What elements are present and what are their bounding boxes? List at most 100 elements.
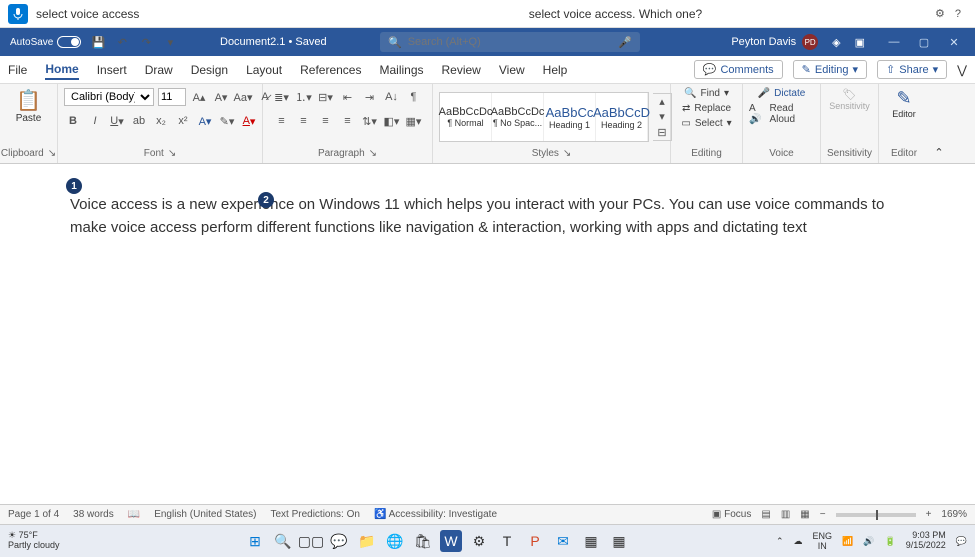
- paste-icon[interactable]: 📋: [16, 88, 41, 113]
- shading-icon[interactable]: ◧▾: [383, 112, 401, 130]
- tab-references[interactable]: References: [300, 61, 361, 79]
- dialog-launcher-icon[interactable]: ↘: [563, 148, 571, 159]
- qat-more-icon[interactable]: ▾: [161, 33, 179, 51]
- maximize-button[interactable]: ▢: [909, 28, 939, 56]
- align-right-icon[interactable]: ≡: [317, 112, 335, 130]
- font-name-select[interactable]: Calibri (Body): [64, 88, 154, 106]
- battery-icon[interactable]: 🔋: [885, 536, 896, 547]
- tab-mailings[interactable]: Mailings: [379, 61, 423, 79]
- line-spacing-icon[interactable]: ⇅▾: [361, 112, 379, 130]
- tab-home[interactable]: Home: [45, 60, 78, 80]
- voice-badge-1[interactable]: 1: [66, 178, 82, 194]
- document-title[interactable]: Document2.1 • Saved: [220, 36, 370, 48]
- zoom-slider[interactable]: [836, 513, 916, 517]
- diamond-icon[interactable]: ◈: [832, 36, 840, 49]
- print-layout-icon[interactable]: ▥: [781, 509, 790, 520]
- style-heading2[interactable]: AaBbCcDHeading 2: [596, 93, 648, 141]
- autosave-toggle[interactable]: AutoSave: [10, 36, 81, 48]
- style-heading1[interactable]: AaBbCcHeading 1: [544, 93, 596, 141]
- read-mode-icon[interactable]: ▤: [761, 509, 770, 520]
- page-count[interactable]: Page 1 of 4: [8, 509, 59, 520]
- save-icon[interactable]: 💾: [89, 33, 107, 51]
- select-button[interactable]: ▭ Select ▾: [681, 118, 731, 129]
- app-mode-icon[interactable]: ▣: [855, 36, 865, 49]
- spellcheck-icon[interactable]: 📖: [128, 509, 140, 520]
- volume-icon[interactable]: 🔊: [863, 536, 874, 547]
- weather-widget[interactable]: ☀ 75°F Partly cloudy: [8, 531, 98, 551]
- replace-button[interactable]: ⇄ Replace: [682, 103, 731, 114]
- zoom-in-icon[interactable]: +: [926, 509, 932, 520]
- justify-icon[interactable]: ≡: [339, 112, 357, 130]
- dialog-launcher-icon[interactable]: ↘: [168, 148, 176, 159]
- wifi-icon[interactable]: 📶: [842, 536, 853, 547]
- clock[interactable]: 9:03 PM9/15/2022: [906, 531, 946, 551]
- minimize-button[interactable]: —: [879, 28, 909, 56]
- editor-button[interactable]: Editor: [892, 109, 916, 119]
- mic-icon[interactable]: [8, 4, 28, 24]
- styles-more-icon[interactable]: ⊟: [653, 125, 671, 140]
- help-icon[interactable]: ?: [955, 8, 961, 20]
- comments-button[interactable]: 💬 Comments: [694, 60, 783, 79]
- increase-indent-icon[interactable]: ⇥: [361, 88, 379, 106]
- tab-layout[interactable]: Layout: [246, 61, 282, 79]
- web-layout-icon[interactable]: ▦: [800, 509, 809, 520]
- strike-button[interactable]: ab: [130, 112, 148, 130]
- undo-icon[interactable]: ↶: [113, 33, 131, 51]
- language-status[interactable]: English (United States): [154, 509, 256, 520]
- font-size-input[interactable]: [158, 88, 186, 106]
- language-indicator[interactable]: ENGIN: [813, 531, 833, 551]
- align-center-icon[interactable]: ≡: [295, 112, 313, 130]
- editor-icon[interactable]: ✎: [896, 88, 911, 109]
- tray-chevron-icon[interactable]: ⌃: [776, 536, 784, 547]
- shrink-font-icon[interactable]: A▾: [212, 88, 230, 106]
- paste-button[interactable]: Paste: [16, 113, 42, 124]
- accessibility-status[interactable]: ♿ Accessibility: Investigate: [374, 509, 497, 520]
- borders-icon[interactable]: ▦▾: [405, 112, 423, 130]
- align-left-icon[interactable]: ≡: [273, 112, 291, 130]
- word-count[interactable]: 38 words: [73, 509, 114, 520]
- close-button[interactable]: ✕: [939, 28, 969, 56]
- tab-insert[interactable]: Insert: [97, 61, 127, 79]
- voice-badge-2[interactable]: 2: [258, 192, 274, 208]
- italic-button[interactable]: I: [86, 112, 104, 130]
- ribbon-options-icon[interactable]: ⋁: [957, 63, 967, 77]
- collapse-ribbon-icon[interactable]: ⌃: [934, 146, 943, 159]
- subscript-button[interactable]: x₂: [152, 112, 170, 130]
- settings-icon[interactable]: ⚙: [935, 7, 945, 20]
- editing-mode-button[interactable]: ✎ Editing ▾: [793, 60, 867, 79]
- bullets-icon[interactable]: ≣▾: [273, 88, 291, 106]
- search-input[interactable]: [408, 36, 613, 48]
- dictate-button[interactable]: 🎤 Dictate: [758, 88, 806, 99]
- font-color-icon[interactable]: A▾: [240, 112, 258, 130]
- tab-view[interactable]: View: [499, 61, 525, 79]
- read-aloud-button[interactable]: A🔊 Read Aloud: [749, 103, 814, 125]
- user-account[interactable]: Peyton Davis PD: [731, 34, 818, 50]
- voice-search-icon[interactable]: 🎤: [618, 36, 632, 49]
- share-button[interactable]: ⇧ Share ▾: [877, 60, 947, 79]
- onedrive-icon[interactable]: ☁: [794, 536, 803, 547]
- styles-gallery[interactable]: AaBbCcDc¶ Normal AaBbCcDc¶ No Spac... Aa…: [439, 92, 649, 142]
- text-effects-icon[interactable]: A▾: [196, 112, 214, 130]
- style-nospacing[interactable]: AaBbCcDc¶ No Spac...: [492, 93, 544, 141]
- numbering-icon[interactable]: ⒈▾: [295, 88, 313, 106]
- styles-up-icon[interactable]: ▴: [653, 94, 671, 109]
- underline-button[interactable]: U▾: [108, 112, 126, 130]
- focus-mode[interactable]: ▣ Focus: [712, 509, 751, 520]
- grow-font-icon[interactable]: A▴: [190, 88, 208, 106]
- zoom-level[interactable]: 169%: [941, 509, 967, 520]
- superscript-button[interactable]: x²: [174, 112, 192, 130]
- tab-help[interactable]: Help: [543, 61, 568, 79]
- tab-file[interactable]: File: [8, 61, 27, 79]
- notifications-icon[interactable]: 💬: [956, 536, 967, 547]
- document-body-text[interactable]: Voice access is a new experience on Wind…: [70, 194, 905, 239]
- search-box[interactable]: 🔍 🎤: [380, 32, 640, 52]
- bold-button[interactable]: B: [64, 112, 82, 130]
- styles-down-icon[interactable]: ▾: [653, 109, 671, 124]
- multilevel-icon[interactable]: ⊟▾: [317, 88, 335, 106]
- change-case-icon[interactable]: Aa▾: [234, 88, 252, 106]
- redo-icon[interactable]: ↷: [137, 33, 155, 51]
- tab-draw[interactable]: Draw: [145, 61, 173, 79]
- highlight-icon[interactable]: ✎▾: [218, 112, 236, 130]
- sort-icon[interactable]: A↓: [383, 88, 401, 106]
- dialog-launcher-icon[interactable]: ↘: [48, 148, 56, 159]
